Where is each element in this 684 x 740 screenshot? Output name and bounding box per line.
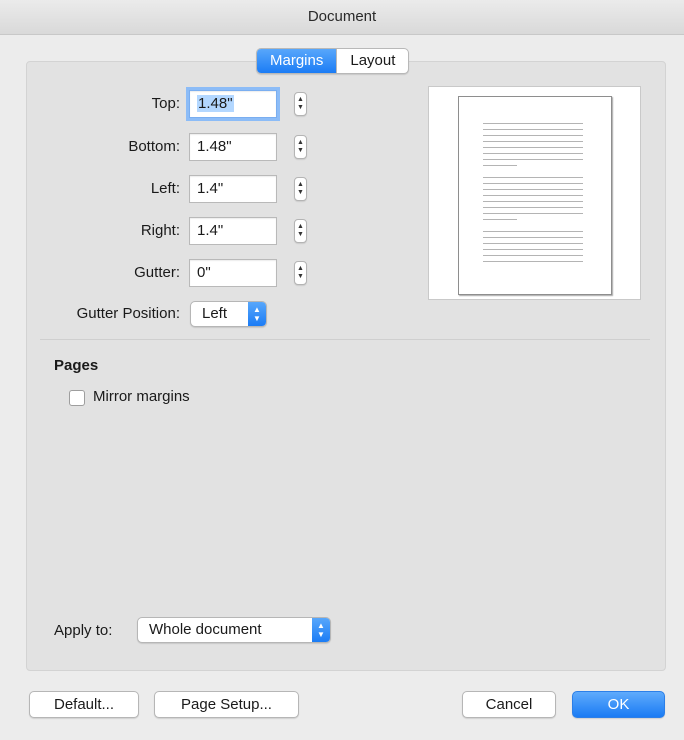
section-divider xyxy=(40,339,650,340)
left-margin-row: Left: xyxy=(40,174,180,204)
tab-layout[interactable]: Layout xyxy=(336,49,408,73)
right-margin-stepper-icon[interactable]: ▲ ▼ xyxy=(294,219,307,243)
pages-heading: Pages xyxy=(54,357,99,374)
top-margin-field[interactable]: 1.48" xyxy=(186,87,280,121)
gutter-stepper-icon[interactable]: ▲ ▼ xyxy=(294,261,307,285)
left-margin-stepper-icon[interactable]: ▲ ▼ xyxy=(294,177,307,201)
mirror-margins-label[interactable]: Mirror margins xyxy=(93,388,190,405)
apply-to-label: Apply to: xyxy=(54,622,113,639)
bottom-margin-row: Bottom: xyxy=(40,132,180,162)
page-preview xyxy=(428,86,641,300)
top-margin-value: 1.48" xyxy=(197,95,234,112)
tab-margins[interactable]: Margins xyxy=(257,49,337,73)
right-margin-row: Right: xyxy=(40,216,180,246)
preview-page-icon xyxy=(458,96,612,295)
left-margin-label: Left: xyxy=(150,180,180,197)
tab-bar: Margins Layout xyxy=(256,48,410,74)
mirror-margins-checkbox[interactable] xyxy=(69,390,85,406)
gutter-field[interactable]: 0" xyxy=(189,259,277,287)
default-button[interactable]: Default... xyxy=(29,691,139,718)
bottom-margin-stepper-icon[interactable]: ▲ ▼ xyxy=(294,135,307,159)
popup-arrows-icon: ▲ ▼ xyxy=(248,302,266,326)
popup-arrows-icon: ▲ ▼ xyxy=(312,618,330,642)
gutter-position-row: Gutter Position: xyxy=(40,299,180,329)
right-margin-label: Right: xyxy=(140,222,180,239)
top-margin-stepper-icon[interactable]: ▲ ▼ xyxy=(294,92,307,116)
left-margin-field[interactable]: 1.4" xyxy=(189,175,277,203)
apply-to-popup[interactable]: Whole document ▲ ▼ xyxy=(137,617,331,643)
ok-button[interactable]: OK xyxy=(572,691,665,718)
gutter-row: Gutter: xyxy=(40,258,180,288)
gutter-position-popup[interactable]: Left ▲ ▼ xyxy=(190,301,267,327)
bottom-margin-label: Bottom: xyxy=(128,138,180,155)
gutter-position-value: Left xyxy=(202,305,228,322)
cancel-button[interactable]: Cancel xyxy=(462,691,556,718)
window-title: Document xyxy=(0,0,684,35)
top-margin-label: Top: xyxy=(151,95,180,112)
gutter-label: Gutter: xyxy=(134,264,180,281)
apply-to-value: Whole document xyxy=(149,621,262,638)
top-margin-row: Top: xyxy=(40,89,180,119)
bottom-margin-field[interactable]: 1.48" xyxy=(189,133,277,161)
page-setup-button[interactable]: Page Setup... xyxy=(154,691,299,718)
gutter-position-label: Gutter Position: xyxy=(76,305,180,322)
right-margin-field[interactable]: 1.4" xyxy=(189,217,277,245)
